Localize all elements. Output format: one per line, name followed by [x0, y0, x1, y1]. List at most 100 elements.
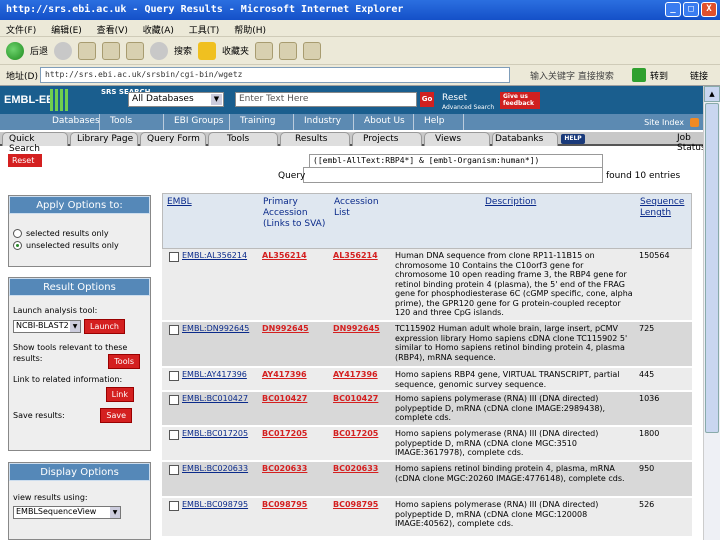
link-button[interactable]: Link: [105, 387, 134, 402]
search-button-label[interactable]: 搜索: [174, 44, 192, 57]
results-table: EMBL Primary Accession (Links to SVA) Ac…: [162, 193, 692, 538]
radio-unselected-only[interactable]: unselected results only: [13, 241, 146, 250]
tab-tools[interactable]: Tools: [208, 132, 278, 146]
address-input[interactable]: http://srs.ebi.ac.uk/srsbin/cgi-bin/wget…: [40, 67, 510, 83]
close-button[interactable]: X: [701, 2, 717, 17]
nav-tools[interactable]: Tools: [100, 114, 164, 130]
tab-quick-search[interactable]: Quick Search: [2, 132, 68, 154]
address-go-button[interactable]: 转到: [650, 69, 668, 82]
accession-list-link[interactable]: BC017205: [333, 429, 393, 439]
maximize-button[interactable]: □: [683, 2, 699, 17]
chevron-down-icon[interactable]: ▼: [211, 94, 222, 105]
save-button[interactable]: Save: [100, 408, 132, 423]
primary-accession-link[interactable]: AY417396: [262, 370, 328, 380]
tab-views[interactable]: Views: [424, 132, 490, 146]
search-go-button[interactable]: Go: [420, 92, 434, 107]
help-badge[interactable]: HELP: [561, 134, 585, 144]
nav-about-us[interactable]: About Us: [354, 114, 414, 130]
print-icon[interactable]: [303, 41, 322, 60]
entry-id-link[interactable]: EMBL:AY417396: [182, 370, 258, 380]
primary-accession-link[interactable]: DN992645: [262, 324, 328, 334]
chevron-down-icon[interactable]: ▼: [70, 321, 80, 332]
row-checkbox[interactable]: [169, 501, 179, 511]
menu-tools[interactable]: 工具(T): [189, 26, 220, 36]
go-arrow-icon[interactable]: [632, 68, 646, 82]
advanced-search-link[interactable]: Advanced Search: [442, 104, 494, 111]
tab-results[interactable]: Results: [280, 132, 350, 146]
radio-selected-only[interactable]: selected results only: [13, 229, 146, 238]
col-sequence-length[interactable]: Sequence Length: [640, 197, 690, 219]
primary-accession-link[interactable]: AL356214: [262, 251, 328, 261]
nav-industry[interactable]: Industry: [294, 114, 354, 130]
scroll-up-icon[interactable]: ▲: [704, 86, 720, 102]
row-checkbox[interactable]: [169, 371, 179, 381]
entry-id-link[interactable]: EMBL:BC020633: [182, 464, 258, 474]
tab-library-page[interactable]: Library Page: [70, 132, 138, 146]
accession-list-link[interactable]: AY417396: [333, 370, 393, 380]
entry-id-link[interactable]: EMBL:BC010427: [182, 394, 258, 404]
back-arrow-icon[interactable]: [6, 41, 24, 60]
search-icon[interactable]: [150, 41, 169, 60]
col-embl[interactable]: EMBL: [167, 197, 192, 208]
row-checkbox[interactable]: [169, 430, 179, 440]
menu-favorites[interactable]: 收藏(A): [143, 26, 174, 36]
feedback-button[interactable]: Give us feedback: [500, 92, 540, 109]
launch-button[interactable]: Launch: [84, 319, 125, 334]
database-select[interactable]: All Databases ▼: [128, 92, 224, 107]
row-checkbox[interactable]: [169, 465, 179, 475]
mail-icon[interactable]: [279, 41, 298, 60]
row-checkbox[interactable]: [169, 252, 179, 262]
home-icon[interactable]: [126, 41, 145, 60]
accession-list-link[interactable]: BC010427: [333, 394, 393, 404]
favorites-star-icon[interactable]: [198, 41, 217, 60]
scroll-thumb[interactable]: [705, 103, 719, 433]
primary-accession-link[interactable]: BC010427: [262, 394, 328, 404]
nav-ebi-groups[interactable]: EBI Groups: [164, 114, 230, 130]
reset-button[interactable]: Reset: [8, 154, 42, 167]
radio-circle-checked[interactable]: [13, 241, 22, 250]
nav-databases[interactable]: Databases: [0, 114, 100, 130]
printer-icon[interactable]: [690, 117, 699, 127]
menu-help[interactable]: 帮助(H): [234, 26, 266, 36]
reset-link[interactable]: Reset: [442, 93, 467, 103]
history-icon[interactable]: [255, 41, 274, 60]
accession-list-link[interactable]: BC098795: [333, 500, 393, 510]
accession-list-link[interactable]: AL356214: [333, 251, 393, 261]
row-checkbox[interactable]: [169, 395, 179, 405]
primary-accession-link[interactable]: BC017205: [262, 429, 328, 439]
accession-list-link[interactable]: BC020633: [333, 464, 393, 474]
tab-projects[interactable]: Projects: [352, 132, 422, 146]
forward-arrow-icon[interactable]: [54, 41, 73, 60]
chevron-down-icon[interactable]: ▼: [110, 507, 120, 518]
minimize-button[interactable]: _: [665, 2, 681, 17]
entry-id-link[interactable]: EMBL:AL356214: [182, 251, 258, 261]
col-description[interactable]: Description: [485, 197, 536, 208]
stop-icon[interactable]: [78, 41, 97, 60]
query-text-box[interactable]: [303, 167, 603, 183]
links-button[interactable]: 链接: [690, 69, 708, 82]
nav-help[interactable]: Help: [414, 114, 464, 130]
query-input[interactable]: Enter Text Here: [235, 92, 417, 107]
analysis-tool-select[interactable]: NCBI-BLAST2 ▼: [13, 320, 81, 333]
tab-query-form[interactable]: Query Form: [140, 132, 206, 146]
row-checkbox[interactable]: [169, 325, 179, 335]
menu-file[interactable]: 文件(F): [6, 26, 36, 36]
tab-databanks[interactable]: Databanks: [492, 132, 558, 146]
radio-circle[interactable]: [13, 229, 22, 238]
refresh-icon[interactable]: [102, 41, 121, 60]
primary-accession-link[interactable]: BC020633: [262, 464, 328, 474]
entry-id-link[interactable]: EMBL:BC098795: [182, 500, 258, 510]
tools-button[interactable]: Tools: [108, 354, 140, 369]
entry-id-link[interactable]: EMBL:DN992645: [182, 324, 258, 334]
back-button-label[interactable]: 后退: [30, 44, 48, 57]
menu-edit[interactable]: 编辑(E): [51, 26, 82, 36]
favorites-button-label[interactable]: 收藏夹: [222, 44, 249, 57]
menu-view[interactable]: 查看(V): [97, 26, 128, 36]
accession-list-link[interactable]: DN992645: [333, 324, 393, 334]
entry-id-link[interactable]: EMBL:BC017205: [182, 429, 258, 439]
site-index-link[interactable]: Site Index: [644, 118, 684, 127]
vertical-scrollbar[interactable]: ▲: [703, 86, 720, 540]
view-select[interactable]: EMBLSequenceView ▼: [13, 506, 121, 519]
nav-training[interactable]: Training: [230, 114, 294, 130]
primary-accession-link[interactable]: BC098795: [262, 500, 328, 510]
